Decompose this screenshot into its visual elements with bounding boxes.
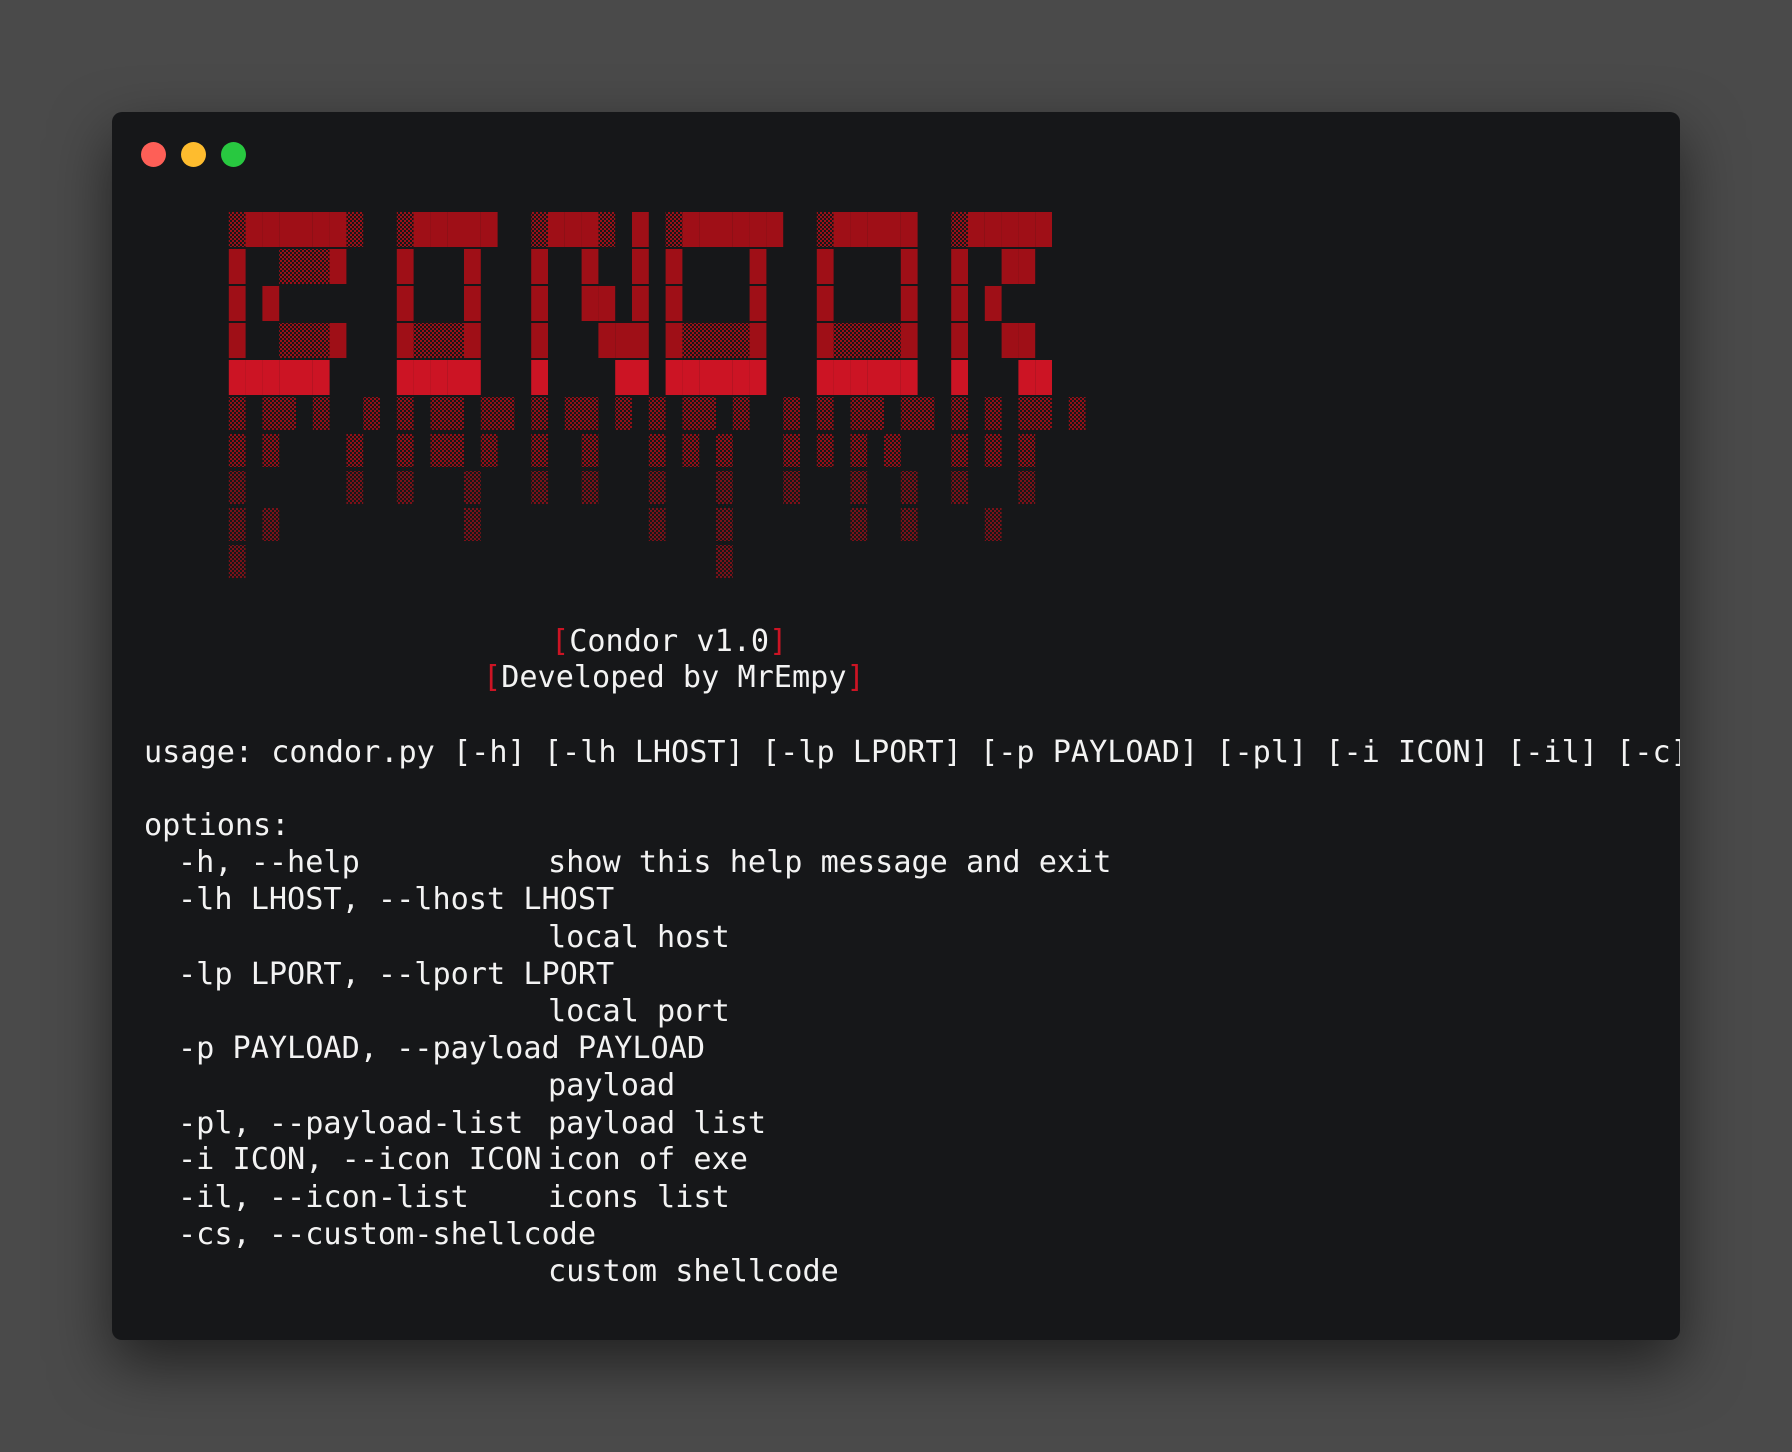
option-flag-icon: -i ICON, --icon ICON — [178, 1142, 542, 1177]
option-desc-payload-list: payload list — [548, 1106, 767, 1141]
option-flag-payload: -p PAYLOAD, --payload PAYLOAD — [178, 1031, 706, 1066]
version-line: [Condor v1.0] — [551, 624, 788, 659]
author-line: [Developed by MrEmpy] — [483, 660, 865, 695]
option-desc-lhost: local host — [548, 920, 730, 955]
author-text: Developed by MrEmpy — [501, 660, 847, 695]
option-desc-payload: payload — [548, 1068, 676, 1103]
option-flag-payload-list: -pl, --payload-list — [178, 1106, 524, 1141]
option-desc-help: show this help message and exit — [548, 845, 1112, 880]
option-desc-icon: icon of exe — [548, 1142, 748, 1177]
usage-line: usage: condor.py [-h] [-lh LHOST] [-lp L… — [144, 735, 1680, 770]
option-flag-lhost: -lh LHOST, --lhost LHOST — [178, 882, 615, 917]
option-flag-custom-shellcode: -cs, --custom-shellcode — [178, 1217, 597, 1252]
option-flag-help: -h, --help — [178, 845, 360, 880]
option-flag-icon-list: -il, --icon-list — [178, 1180, 469, 1215]
option-flag-lport: -lp LPORT, --lport LPORT — [178, 957, 615, 992]
option-desc-custom-shellcode: custom shellcode — [548, 1254, 839, 1289]
options-header: options: — [144, 808, 290, 843]
version-text: Condor v1.0 — [569, 624, 770, 659]
terminal-output: [Condor v1.0] [Developed by MrEmpy] usag… — [144, 112, 1680, 1340]
option-desc-lport: local port — [548, 994, 730, 1029]
option-desc-icon-list: icons list — [548, 1180, 730, 1215]
terminal-window: [Condor v1.0] [Developed by MrEmpy] usag… — [112, 112, 1680, 1340]
